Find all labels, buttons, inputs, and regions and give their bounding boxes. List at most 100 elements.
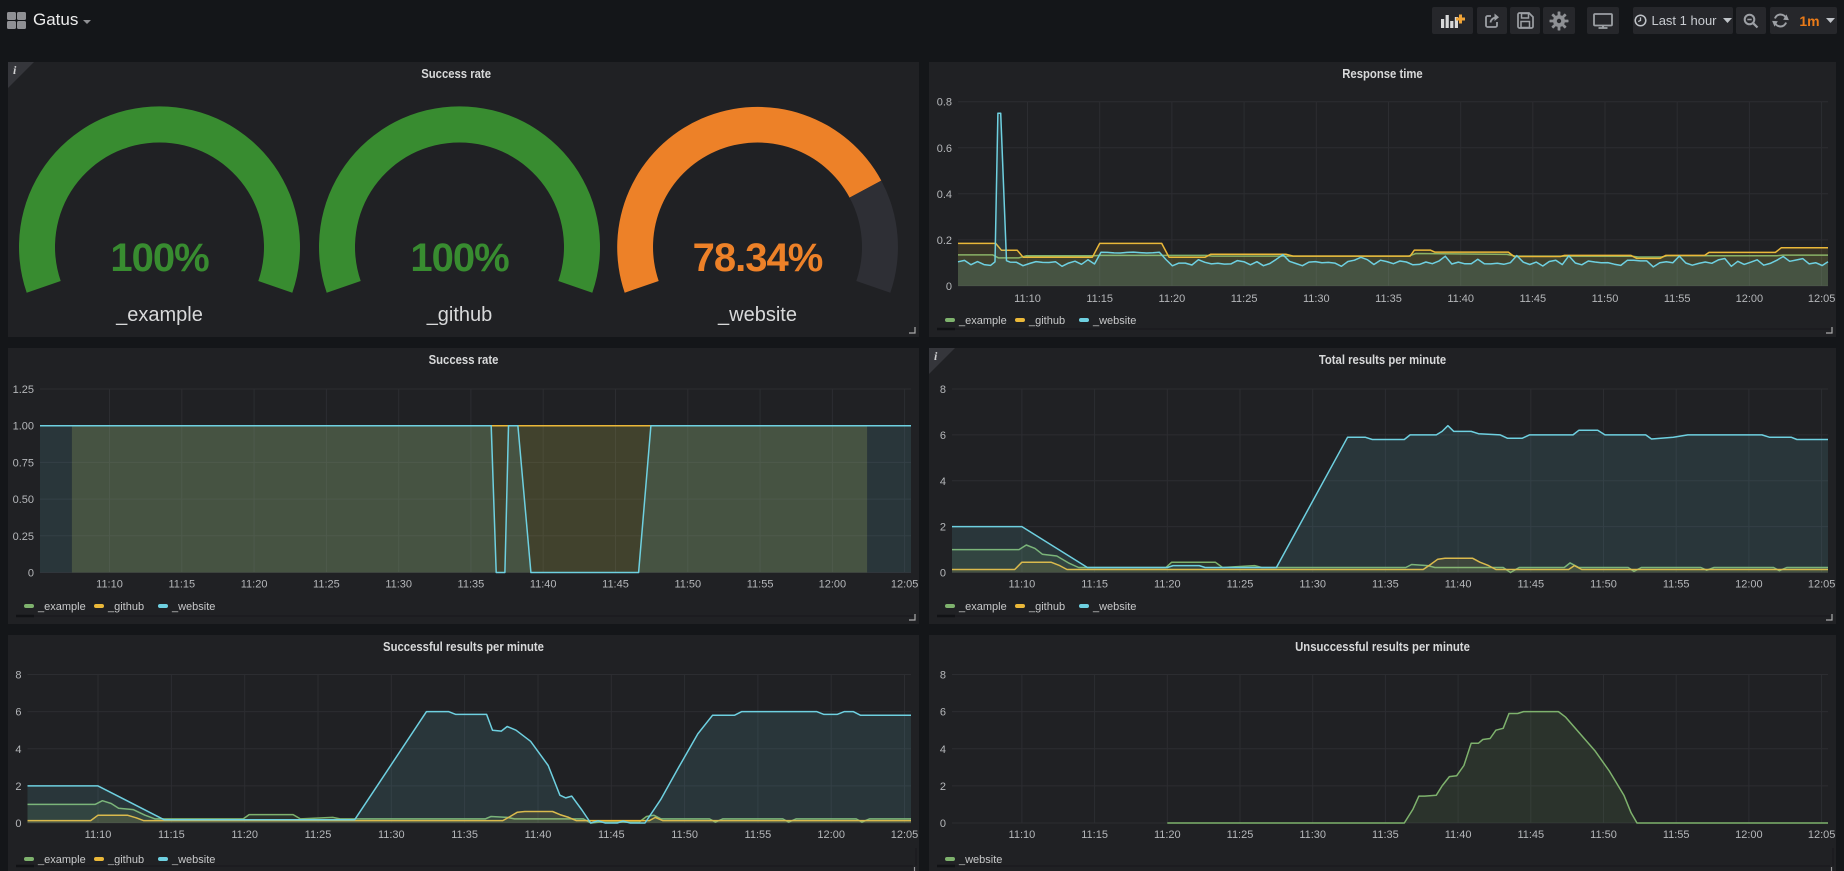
- svg-text:12:05: 12:05: [1808, 829, 1836, 841]
- svg-text:11:30: 11:30: [1299, 579, 1326, 591]
- svg-text:100%: 100%: [110, 236, 209, 280]
- svg-text:11:35: 11:35: [451, 829, 478, 841]
- svg-text:_example: _example: [958, 315, 1007, 327]
- svg-text:11:15: 11:15: [1081, 829, 1108, 841]
- svg-text:11:25: 11:25: [1227, 829, 1254, 841]
- svg-text:2: 2: [15, 781, 21, 793]
- svg-text:11:15: 11:15: [1081, 579, 1108, 591]
- svg-text:0.8: 0.8: [937, 97, 952, 109]
- svg-text:6: 6: [15, 707, 21, 719]
- svg-text:11:50: 11:50: [1590, 579, 1617, 591]
- svg-text:0: 0: [940, 818, 946, 830]
- svg-text:11:10: 11:10: [85, 829, 112, 841]
- svg-text:_example: _example: [958, 601, 1007, 613]
- svg-text:12:00: 12:00: [819, 579, 847, 591]
- svg-text:11:55: 11:55: [1663, 829, 1690, 841]
- svg-text:11:40: 11:40: [530, 579, 557, 591]
- svg-text:11:25: 11:25: [313, 579, 340, 591]
- svg-text:11:55: 11:55: [1663, 579, 1690, 591]
- svg-text:_github: _github: [426, 304, 493, 326]
- svg-text:12:00: 12:00: [1735, 579, 1763, 591]
- svg-text:_website: _website: [171, 601, 215, 613]
- svg-text:_github: _github: [107, 601, 144, 613]
- svg-text:11:20: 11:20: [231, 829, 258, 841]
- svg-text:2: 2: [940, 781, 946, 793]
- svg-text:0.4: 0.4: [937, 189, 952, 201]
- svg-text:8: 8: [940, 670, 946, 682]
- svg-text:11:50: 11:50: [1590, 829, 1617, 841]
- svg-text:_github: _github: [1028, 601, 1065, 613]
- svg-text:11:30: 11:30: [378, 829, 405, 841]
- svg-text:1.25: 1.25: [13, 384, 34, 396]
- svg-text:11:40: 11:40: [525, 829, 552, 841]
- svg-text:1.00: 1.00: [13, 421, 34, 433]
- svg-text:11:10: 11:10: [1009, 579, 1036, 591]
- svg-text:0.75: 0.75: [13, 457, 34, 469]
- svg-text:_website: _website: [1092, 315, 1136, 327]
- svg-text:_example: _example: [115, 304, 203, 326]
- svg-text:11:30: 11:30: [1303, 293, 1330, 305]
- svg-text:4: 4: [940, 744, 946, 756]
- svg-text:_website: _website: [171, 854, 215, 866]
- svg-text:11:50: 11:50: [674, 579, 701, 591]
- svg-text:12:00: 12:00: [1735, 829, 1763, 841]
- svg-text:6: 6: [940, 430, 946, 442]
- svg-text:11:35: 11:35: [1372, 579, 1399, 591]
- svg-text:0.2: 0.2: [937, 235, 952, 247]
- svg-text:8: 8: [15, 670, 21, 682]
- svg-text:0.6: 0.6: [937, 143, 952, 155]
- svg-text:11:25: 11:25: [305, 829, 332, 841]
- svg-text:78.34%: 78.34%: [693, 236, 823, 280]
- svg-text:11:15: 11:15: [168, 579, 195, 591]
- svg-text:11:45: 11:45: [1517, 579, 1544, 591]
- svg-text:0: 0: [15, 818, 21, 830]
- svg-text:12:05: 12:05: [891, 579, 919, 591]
- svg-text:11:25: 11:25: [1227, 579, 1254, 591]
- svg-text:12:00: 12:00: [1736, 293, 1764, 305]
- svg-text:11:10: 11:10: [1014, 293, 1041, 305]
- svg-text:12:05: 12:05: [1808, 293, 1836, 305]
- svg-text:0: 0: [28, 568, 34, 580]
- svg-text:11:35: 11:35: [1372, 829, 1399, 841]
- svg-text:11:35: 11:35: [458, 579, 485, 591]
- svg-text:0.50: 0.50: [13, 494, 34, 506]
- svg-text:11:20: 11:20: [1154, 579, 1181, 591]
- svg-text:11:40: 11:40: [1447, 293, 1474, 305]
- svg-text:11:15: 11:15: [158, 829, 185, 841]
- svg-text:11:20: 11:20: [1159, 293, 1186, 305]
- svg-text:11:50: 11:50: [671, 829, 698, 841]
- svg-text:_website: _website: [1092, 601, 1136, 613]
- svg-text:12:00: 12:00: [817, 829, 845, 841]
- svg-text:11:10: 11:10: [96, 579, 123, 591]
- svg-text:11:30: 11:30: [1299, 829, 1326, 841]
- svg-text:11:40: 11:40: [1445, 829, 1472, 841]
- svg-text:11:40: 11:40: [1445, 579, 1472, 591]
- svg-text:_example: _example: [37, 601, 86, 613]
- svg-text:12:05: 12:05: [1808, 579, 1836, 591]
- svg-text:11:35: 11:35: [1375, 293, 1402, 305]
- svg-text:11:55: 11:55: [1664, 293, 1691, 305]
- svg-text:11:45: 11:45: [1517, 829, 1544, 841]
- svg-text:11:55: 11:55: [745, 829, 772, 841]
- svg-text:4: 4: [15, 744, 21, 756]
- svg-text:11:55: 11:55: [747, 579, 774, 591]
- svg-text:4: 4: [940, 476, 946, 488]
- svg-text:11:20: 11:20: [1154, 829, 1181, 841]
- svg-text:11:10: 11:10: [1009, 829, 1036, 841]
- svg-text:11:15: 11:15: [1086, 293, 1113, 305]
- svg-text:11:45: 11:45: [598, 829, 625, 841]
- svg-text:11:25: 11:25: [1231, 293, 1258, 305]
- svg-text:11:50: 11:50: [1592, 293, 1619, 305]
- svg-text:6: 6: [940, 707, 946, 719]
- svg-text:2: 2: [940, 522, 946, 534]
- svg-text:11:20: 11:20: [241, 579, 268, 591]
- svg-text:_github: _github: [1028, 315, 1065, 327]
- svg-text:0.25: 0.25: [13, 531, 34, 543]
- svg-text:8: 8: [940, 384, 946, 396]
- svg-text:_website: _website: [717, 304, 797, 326]
- svg-text:11:45: 11:45: [1519, 293, 1546, 305]
- svg-text:_example: _example: [37, 854, 86, 866]
- svg-text:0: 0: [940, 568, 946, 580]
- svg-text:_github: _github: [107, 854, 144, 866]
- svg-text:11:45: 11:45: [602, 579, 629, 591]
